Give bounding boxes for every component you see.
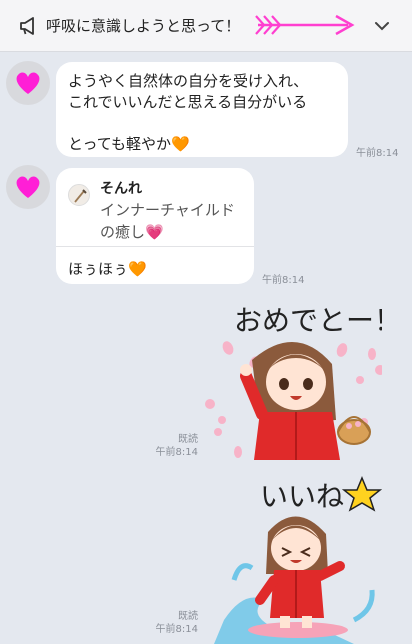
announcement-bar[interactable]: 呼吸に意識しようと思って！ [0,0,412,52]
sticker-like[interactable]: いいね [204,470,382,644]
quote-thumbnail [68,184,90,206]
message-time: 午前8:14 [155,447,198,458]
read-label: 既読 [178,434,198,445]
brush-icon [74,189,87,203]
message-time: 午前8:14 [262,275,305,286]
read-receipt: 既読 午前8:14 [150,433,198,459]
quoted-text: インナーチャイルド の癒し💗 [100,199,235,243]
avatar[interactable] [6,61,50,105]
message-line: これでいいんだと思える自分がいる [68,93,308,111]
read-receipt: 既読 午前8:14 [150,610,198,636]
chevron-down-icon[interactable] [372,16,392,36]
reply-text: ほぅほぅ🧡 [68,260,147,278]
megaphone-icon [20,17,34,35]
message-line: とっても軽やか🧡 [68,135,190,153]
announcement-text: 呼吸に意識しようと思って！ [46,17,241,35]
message-bubble[interactable]: ようやく自然体の自分を受け入れ、 これでいいんだと思える自分がいる とっても軽や… [56,62,348,157]
reply-bubble[interactable]: そんれ インナーチャイルド の癒し💗 ほぅほぅ🧡 [56,168,254,284]
sticker-caption: おめでとー！ [234,304,382,337]
surfboard [248,622,348,638]
quoted-text-line: の癒し💗 [100,223,164,241]
message-line-empty [68,113,336,134]
star-icon [341,476,382,512]
quoted-author: そんれ [100,181,142,197]
quote-divider [56,246,254,247]
heart-icon [16,72,40,94]
message-time: 午前8:14 [155,624,198,635]
girl-character [240,341,371,460]
sticker-caption: いいね [260,480,344,513]
message-line: ようやく自然体の自分を受け入れ、 [68,72,309,90]
read-label: 既読 [178,611,198,622]
sticker-congratulations[interactable]: おめでとー！ [204,292,382,464]
quoted-text-line: インナーチャイルド [100,201,235,219]
avatar[interactable] [6,165,50,209]
message-time: 午前8:14 [356,148,399,159]
cupid-arrow-icon [255,14,355,36]
heart-icon [16,176,40,198]
girl-character [255,516,345,628]
